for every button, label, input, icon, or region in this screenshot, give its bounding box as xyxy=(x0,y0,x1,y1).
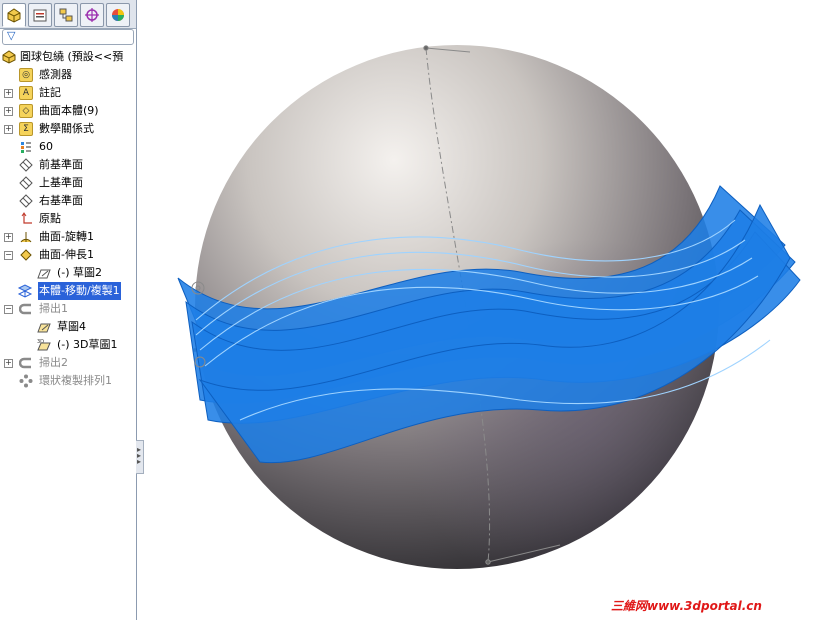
tree-item-label: 草圖4 xyxy=(57,320,86,333)
tree-item-origin[interactable]: 原點 xyxy=(0,210,136,228)
feature-manager-panel: ▽ 圓球包繞 (預設<<預 ◎ 感測器 + A 註記 + ◇ 曲面本體(9) +… xyxy=(0,0,137,620)
collapse-icon[interactable]: − xyxy=(4,305,13,314)
tree-item-surface-revolve1[interactable]: + 曲面-旋轉1 xyxy=(0,228,136,246)
tree-item-label: 本體-移動/複製1 xyxy=(38,282,121,300)
tree-item-label: 掃出1 xyxy=(39,302,68,315)
3d-sketch-icon: 3D xyxy=(37,338,51,352)
expand-icon[interactable]: + xyxy=(4,107,13,116)
tree-item-surface-bodies[interactable]: + ◇ 曲面本體(9) xyxy=(0,102,136,120)
tree-item-label: 原點 xyxy=(39,212,61,225)
tree-item-sweep2[interactable]: + 掃出2 xyxy=(0,354,136,372)
tree-item-label: 上基準面 xyxy=(39,176,83,189)
display-manager-tab[interactable] xyxy=(106,3,130,27)
move-copy-body-icon xyxy=(17,284,33,298)
feature-manager-icon xyxy=(7,8,21,23)
tree-item-label: 曲面本體(9) xyxy=(39,104,99,117)
sensor-folder-icon: ◎ xyxy=(19,68,33,82)
property-manager-icon xyxy=(33,9,47,22)
circular-pattern-icon xyxy=(19,374,33,388)
tree-item-material[interactable]: 60 xyxy=(0,138,136,156)
property-manager-tab[interactable] xyxy=(28,3,52,27)
annotations-folder-icon: A xyxy=(19,86,33,100)
tree-item-annotations[interactable]: + A 註記 xyxy=(0,84,136,102)
tree-item-label: 60 xyxy=(39,140,53,153)
configuration-manager-icon xyxy=(59,8,73,22)
tree-item-label: 前基準面 xyxy=(39,158,83,171)
expand-icon[interactable]: + xyxy=(4,89,13,98)
tree-item-label: 掃出2 xyxy=(39,356,68,369)
configuration-manager-tab[interactable] xyxy=(54,3,78,27)
tree-item-label: 圓球包繞 (預設<<預 xyxy=(20,50,124,63)
extrude-surface-icon xyxy=(19,248,33,262)
expand-icon[interactable]: + xyxy=(4,359,13,368)
svg-text:3D: 3D xyxy=(37,339,44,345)
revolve-surface-icon xyxy=(19,230,33,244)
display-manager-icon xyxy=(112,9,124,21)
tree-item-label: (-) 草圖2 xyxy=(57,266,103,279)
surface-bodies-folder-icon: ◇ xyxy=(19,104,33,118)
filter-icon[interactable]: ▽ xyxy=(7,29,15,42)
tree-item-label: 右基準面 xyxy=(39,194,83,207)
tree-item-top-plane[interactable]: 上基準面 xyxy=(0,174,136,192)
plane-icon xyxy=(19,158,33,172)
tree-item-label: 註記 xyxy=(39,86,61,99)
material-icon xyxy=(19,140,33,154)
tree-filter-field[interactable]: ▽ xyxy=(2,29,134,45)
tree-item-front-plane[interactable]: 前基準面 xyxy=(0,156,136,174)
tree-item-label: 曲面-伸長1 xyxy=(39,248,94,261)
tree-item-move-copy-body1[interactable]: 本體-移動/複製1 xyxy=(0,282,136,300)
sweep-icon xyxy=(18,302,33,316)
tree-item-part[interactable]: 圓球包繞 (預設<<預 xyxy=(0,48,136,66)
tree-item-label: 數學關係式 xyxy=(39,122,94,135)
tree-item-label: 感測器 xyxy=(39,68,72,81)
plane-icon xyxy=(19,176,33,190)
tree-item-label: 曲面-旋轉1 xyxy=(39,230,94,243)
tree-item-label: (-) 3D草圖1 xyxy=(57,338,118,351)
sketch-icon xyxy=(37,320,51,334)
origin-icon xyxy=(19,212,33,226)
feature-manager-tab[interactable] xyxy=(2,3,26,27)
sweep-icon xyxy=(18,356,33,370)
expand-icon[interactable]: + xyxy=(4,233,13,242)
tree-item-sensors[interactable]: ◎ 感測器 xyxy=(0,66,136,84)
panel-tab-bar xyxy=(0,0,136,29)
collapse-icon[interactable]: − xyxy=(4,251,13,260)
tree-item-surface-extrude1[interactable]: − 曲面-伸長1 xyxy=(0,246,136,264)
tree-item-3d-sketch1[interactable]: 3D (-) 3D草圖1 xyxy=(0,336,136,354)
tree-item-sweep1[interactable]: − 掃出1 xyxy=(0,300,136,318)
equations-folder-icon: Σ xyxy=(19,122,33,136)
site-watermark: 三維网www.3dportal.cn xyxy=(611,599,762,613)
expand-icon[interactable]: + xyxy=(4,125,13,134)
tree-item-circular-pattern1[interactable]: 環狀複製排列1 xyxy=(0,372,136,390)
part-icon xyxy=(2,50,16,64)
tree-item-label: 環狀複製排列1 xyxy=(39,374,112,387)
tree-item-equations[interactable]: + Σ 數學關係式 xyxy=(0,120,136,138)
tree-item-sketch2[interactable]: (-) 草圖2 xyxy=(0,264,136,282)
plane-icon xyxy=(19,194,33,208)
graphics-viewport[interactable] xyxy=(138,0,828,620)
sketch-icon xyxy=(37,266,51,280)
dimxpert-icon xyxy=(85,8,99,22)
dimxpert-tab[interactable] xyxy=(80,3,104,27)
tree-item-sketch4[interactable]: 草圖4 xyxy=(0,318,136,336)
tree-item-right-plane[interactable]: 右基準面 xyxy=(0,192,136,210)
